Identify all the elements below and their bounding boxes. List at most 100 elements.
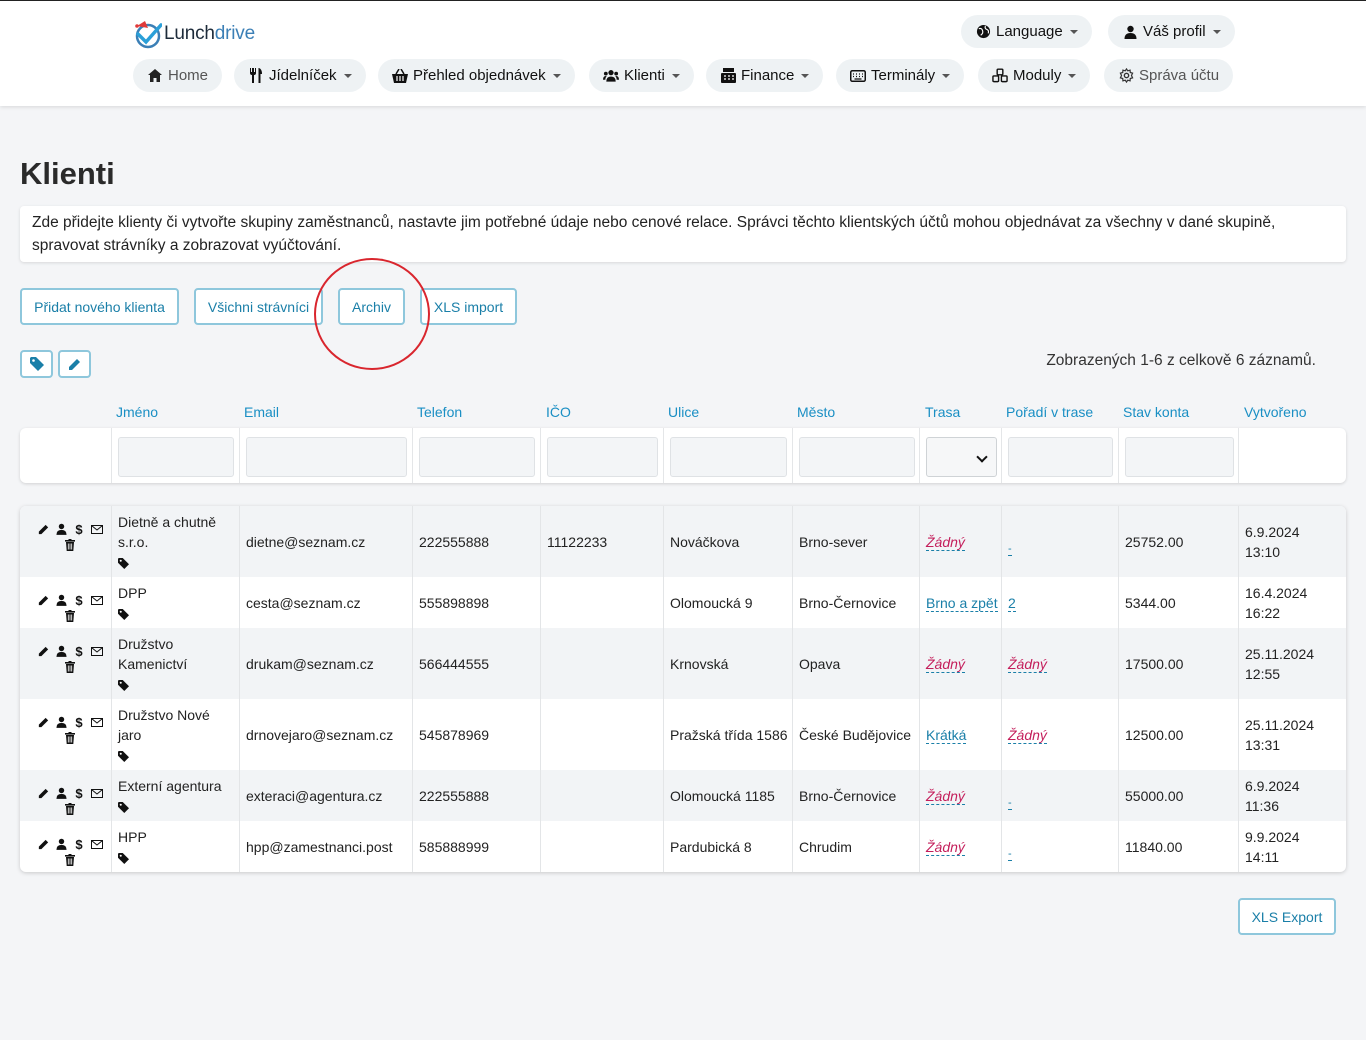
- logo[interactable]: Lunchdrive: [132, 17, 255, 51]
- nav-account-label: Správa účtu: [1139, 67, 1220, 84]
- route-link[interactable]: Žádný: [926, 533, 965, 551]
- dollar-icon[interactable]: $: [73, 786, 85, 801]
- cell-email: drukam@seznam.cz: [239, 628, 412, 699]
- tag-icon[interactable]: [118, 554, 129, 574]
- trash-icon[interactable]: [64, 802, 76, 816]
- trash-icon[interactable]: [64, 853, 76, 867]
- filter-order-input[interactable]: [1008, 437, 1113, 477]
- nav-modules[interactable]: Moduly: [978, 59, 1091, 92]
- tag-icon[interactable]: [118, 849, 129, 869]
- edit-icon[interactable]: [37, 644, 49, 658]
- col-header-street[interactable]: Ulice: [668, 404, 699, 420]
- dollar-icon[interactable]: $: [73, 837, 85, 852]
- profile-menu[interactable]: Váš profil: [1108, 15, 1235, 48]
- edit-icon[interactable]: [37, 837, 49, 851]
- mail-icon[interactable]: [91, 644, 103, 658]
- filter-route-select[interactable]: [926, 437, 997, 477]
- user-icon[interactable]: [55, 593, 67, 607]
- cell-ico: [540, 628, 663, 699]
- language-menu[interactable]: Language: [961, 15, 1092, 48]
- client-city: Chrudim: [799, 838, 852, 855]
- mail-icon[interactable]: [91, 522, 103, 536]
- bulk-edit-button[interactable]: [58, 350, 91, 378]
- col-header-name[interactable]: Jméno: [116, 404, 158, 420]
- filter-street-input[interactable]: [670, 437, 787, 477]
- edit-icon[interactable]: [37, 522, 49, 536]
- nav-terminals[interactable]: Terminály: [836, 59, 965, 92]
- dollar-icon[interactable]: $: [73, 715, 85, 730]
- trash-icon[interactable]: [64, 660, 76, 674]
- filter-phone-input[interactable]: [419, 437, 535, 477]
- user-icon[interactable]: [55, 837, 67, 851]
- col-header-email[interactable]: Email: [244, 404, 279, 420]
- client-balance: 55000.00: [1125, 787, 1184, 804]
- cell-created: 16.4.2024 16:22: [1238, 577, 1346, 628]
- nav-orders[interactable]: Přehled objednávek: [378, 59, 575, 92]
- mail-icon[interactable]: [91, 837, 103, 851]
- route-order-link[interactable]: -: [1008, 847, 1012, 861]
- edit-icon[interactable]: [37, 593, 49, 607]
- route-order-link[interactable]: 2: [1008, 594, 1016, 612]
- edit-icon[interactable]: [37, 715, 49, 729]
- tag-icon[interactable]: [118, 798, 129, 818]
- route-link[interactable]: Žádný: [926, 838, 965, 856]
- records-summary: Zobrazených 1-6 z celkově 6 záznamů.: [1046, 352, 1316, 369]
- client-street: Krnovská: [670, 655, 729, 672]
- filter-ico-input[interactable]: [547, 437, 658, 477]
- dollar-icon[interactable]: $: [73, 593, 85, 608]
- tag-icon[interactable]: [118, 676, 129, 696]
- nav-home[interactable]: Home: [133, 59, 223, 92]
- route-order-link[interactable]: -: [1008, 542, 1012, 556]
- col-header-created[interactable]: Vytvořeno: [1244, 404, 1307, 420]
- col-header-city[interactable]: Město: [797, 404, 835, 420]
- tag-filter-button[interactable]: [20, 350, 53, 378]
- dollar-icon[interactable]: $: [73, 522, 85, 537]
- route-order-link[interactable]: -: [1008, 796, 1012, 810]
- filter-balance-input[interactable]: [1125, 437, 1234, 477]
- filter-email-input[interactable]: [246, 437, 407, 477]
- user-icon[interactable]: [55, 715, 67, 729]
- col-header-phone[interactable]: Telefon: [417, 404, 462, 420]
- route-link[interactable]: Brno a zpět: [926, 594, 998, 612]
- clients-table: $ Dietně a chutně s.r.o. dietne@seznam.cz 2…: [20, 506, 1346, 872]
- tag-icon[interactable]: [118, 747, 129, 767]
- cell-phone: 222555888: [412, 506, 540, 577]
- col-header-balance[interactable]: Stav konta: [1123, 404, 1189, 420]
- route-link[interactable]: Žádný: [926, 655, 965, 673]
- created-time: 13:10: [1245, 543, 1281, 560]
- xls-import-button[interactable]: XLS import: [420, 288, 517, 325]
- route-link[interactable]: Krátká: [926, 726, 967, 744]
- nav-finance[interactable]: Finance: [706, 59, 824, 92]
- cell-created: 6.9.2024 13:10: [1238, 506, 1346, 577]
- nav-clients[interactable]: Klienti: [589, 59, 694, 92]
- col-header-ico[interactable]: IČO: [546, 404, 571, 420]
- filter-name-input[interactable]: [118, 437, 234, 477]
- mail-icon[interactable]: [91, 786, 103, 800]
- nav-account[interactable]: Správa účtu: [1104, 59, 1234, 92]
- route-link[interactable]: Žádný: [926, 787, 965, 805]
- dollar-icon[interactable]: $: [73, 644, 85, 659]
- route-order-link[interactable]: Žádný: [1008, 655, 1047, 673]
- tag-icon[interactable]: [118, 605, 129, 625]
- filter-city-input[interactable]: [799, 437, 915, 477]
- add-client-button[interactable]: Přidat nového klienta: [20, 288, 179, 325]
- edit-icon[interactable]: [37, 786, 49, 800]
- trash-icon[interactable]: [64, 609, 76, 623]
- mail-icon[interactable]: [91, 715, 103, 729]
- trash-icon[interactable]: [64, 538, 76, 552]
- all-diners-button[interactable]: Všichni strávníci: [194, 288, 323, 325]
- mail-icon[interactable]: [91, 593, 103, 607]
- user-icon[interactable]: [55, 522, 67, 536]
- top-header: Lunchdrive Language Váš profil Home Jíde…: [0, 0, 1366, 106]
- user-icon[interactable]: [55, 644, 67, 658]
- trash-icon[interactable]: [64, 731, 76, 745]
- cell-route: Brno a zpět: [919, 577, 1001, 628]
- col-header-route[interactable]: Trasa: [925, 404, 960, 420]
- row-actions: $: [20, 577, 111, 628]
- xls-export-button[interactable]: XLS Export: [1238, 898, 1336, 935]
- user-icon[interactable]: [55, 786, 67, 800]
- nav-modules-label: Moduly: [1013, 67, 1062, 84]
- route-order-link[interactable]: Žádný: [1008, 726, 1047, 744]
- nav-menu[interactable]: Jídelníček: [234, 59, 366, 92]
- col-header-route-order[interactable]: Pořadí v trase: [1006, 404, 1093, 420]
